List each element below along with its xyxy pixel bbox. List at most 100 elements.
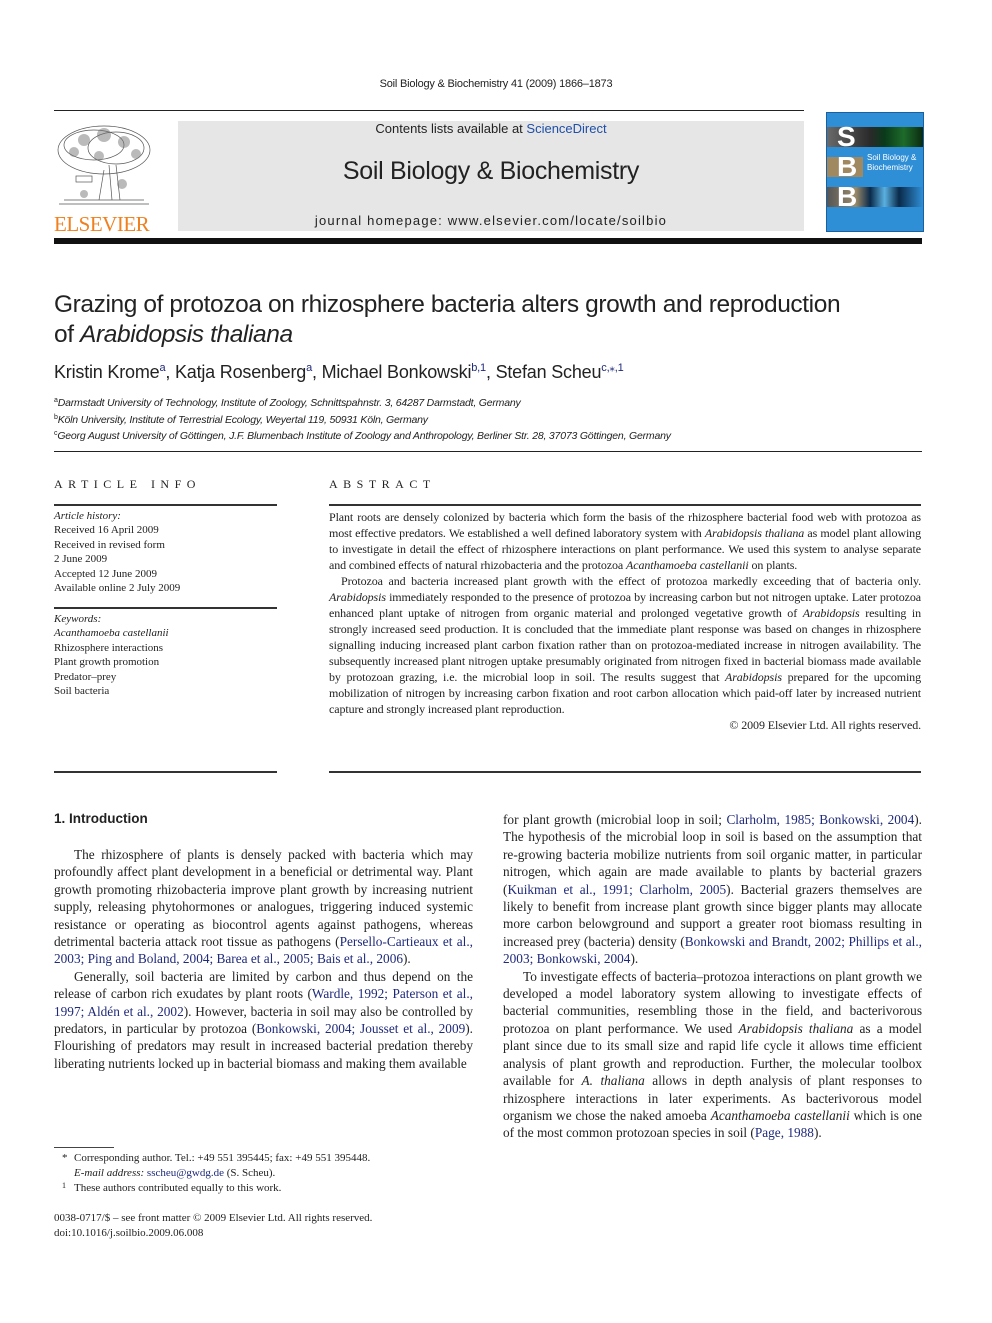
- italic-text: Acanthamoeba castellanii: [710, 1107, 850, 1123]
- author[interactable]: Kristin Kromea: [54, 362, 166, 382]
- footnote-text: (S. Scheu).: [223, 1167, 276, 1179]
- author[interactable]: Stefan Scheuc,⁎,1: [496, 362, 624, 382]
- email-link[interactable]: sscheu@gwdg.de: [147, 1167, 224, 1179]
- title-text: of: [54, 321, 81, 348]
- footnote: 1 These authors contributed equally to th…: [54, 1181, 370, 1196]
- body-paragraph: Generally, soil bacteria are limited by …: [54, 968, 474, 1071]
- footnote-rule: [54, 1147, 114, 1148]
- section-heading: 1. Introduction: [54, 811, 148, 826]
- keyword: Acanthamoeba castellanii: [54, 627, 169, 640]
- italic-text: Arabidopsis: [802, 606, 860, 620]
- history-item: Received in revised form: [54, 538, 165, 551]
- email-label: E-mail address:: [74, 1167, 147, 1179]
- author-affiliation-mark[interactable]: c,⁎,1: [601, 362, 623, 374]
- contents-prefix: Contents lists available at: [375, 121, 527, 136]
- history-item: Accepted 12 June 2009: [54, 567, 157, 580]
- journal-banner: Contents lists available at ScienceDirec…: [178, 121, 804, 231]
- section-rule: [54, 451, 922, 452]
- cover-title-line: Biochemistry: [867, 163, 913, 172]
- affiliation: bKöln University, Institute of Terrestri…: [54, 411, 671, 428]
- title-line: Grazing of protozoa on rhizosphere bacte…: [54, 291, 841, 318]
- body-column-left: The rhizosphere of plants is densely pac…: [54, 846, 473, 1072]
- author-list: Kristin Kromea, Katja Rosenberga, Michae…: [54, 362, 624, 382]
- header-rule: [54, 110, 804, 111]
- sciencedirect-link[interactable]: ScienceDirect: [526, 121, 606, 136]
- abstract-paragraph: Protozoa and bacteria increased plant gr…: [329, 574, 921, 716]
- article-info-heading: ARTICLE INFO: [54, 477, 201, 491]
- keyword: Soil bacteria: [54, 685, 110, 698]
- abstract-heading: ABSTRACT: [329, 477, 436, 491]
- journal-homepage-link[interactable]: journal homepage: www.elsevier.com/locat…: [178, 213, 804, 228]
- citation-link[interactable]: Kuikman et al., 1991; Clarholm, 2005: [507, 882, 726, 897]
- article-history: Article history: Received 16 April 2009 …: [54, 509, 180, 595]
- abstract-rule: [329, 504, 921, 506]
- citation-link[interactable]: Bonkowski and Brandt, 2002; Phillips et …: [503, 934, 922, 966]
- affiliation-text: Darmstadt University of Technology, Inst…: [57, 397, 521, 409]
- publisher-logo[interactable]: ELSEVIER: [54, 120, 154, 236]
- affiliation-text: Georg August University of Göttingen, J.…: [57, 430, 671, 442]
- history-item: 2 June 2009: [54, 553, 108, 566]
- citation-link[interactable]: Clarholm, 1985; Bonkowski, 2004: [726, 812, 914, 827]
- citation-link[interactable]: Page, 1988: [755, 1125, 814, 1140]
- header-thick-rule: [54, 238, 922, 244]
- elsevier-wordmark: ELSEVIER: [54, 212, 150, 236]
- keyword: Rhizosphere interactions: [54, 641, 164, 654]
- author-affiliation-mark[interactable]: a: [306, 362, 312, 374]
- journal-title: Soil Biology & Biochemistry: [342, 157, 640, 185]
- citation-link[interactable]: Bonkowski, 2004; Jousset et al., 2009: [256, 1021, 465, 1036]
- history-item: Available online 2 July 2009: [54, 582, 181, 595]
- article-info-rule: [54, 607, 277, 609]
- italic-text: Arabidopsis thaliana: [738, 1020, 854, 1036]
- contents-line: Contents lists available at ScienceDirec…: [178, 121, 804, 136]
- article-info-rule: [54, 504, 277, 506]
- species-name: Arabidopsis thaliana: [80, 321, 293, 348]
- footnote-text: These authors contributed equally to thi…: [74, 1182, 282, 1194]
- citation-link[interactable]: Wardle, 1992; Paterson et al., 1997; Ald…: [54, 986, 473, 1018]
- abstract-paragraph: Plant roots are densely colonized by bac…: [329, 510, 921, 572]
- abstract-rule: [329, 771, 921, 773]
- author[interactable]: Katja Rosenberga: [175, 362, 312, 382]
- author-name: Kristin Krome: [54, 362, 160, 382]
- history-label: Article history:: [54, 510, 121, 522]
- cover-letter: S: [837, 121, 856, 152]
- keyword: Plant growth promotion: [54, 656, 160, 669]
- affiliation-text: Köln University, Institute of Terrestria…: [57, 413, 428, 426]
- body-column-right: for plant growth (microbial loop in soil…: [503, 811, 922, 1142]
- keywords-label: Keywords:: [54, 613, 102, 625]
- footnote-mark: *: [62, 1152, 68, 1164]
- author-affiliation-mark[interactable]: b,1: [471, 362, 486, 374]
- title-line: of Arabidopsis thaliana: [54, 320, 934, 350]
- italic-text: Acanthamoeba castellanii: [626, 558, 749, 572]
- abstract: Plant roots are densely colonized by bac…: [329, 509, 921, 733]
- footnote-mark: 1: [62, 1181, 66, 1190]
- author[interactable]: Michael Bonkowskib,1: [321, 362, 487, 382]
- citation-link[interactable]: Persello-Cartieaux et al., 2003; Ping an…: [54, 934, 473, 966]
- footnote: * Corresponding author. Tel.: +49 551 395…: [54, 1151, 370, 1166]
- affiliations: aDarmstadt University of Technology, Ins…: [54, 394, 671, 444]
- keywords: Keywords: Acanthamoeba castellanii Rhizo…: [54, 612, 169, 698]
- journal-cover[interactable]: S B B Soil Biology & Biochemistry: [826, 112, 924, 232]
- article-title: Grazing of protozoa on rhizosphere bacte…: [54, 290, 934, 350]
- footnote: E-mail address: sscheu@gwdg.de (S. Scheu…: [54, 1166, 370, 1181]
- article-info-rule: [54, 771, 277, 773]
- author-name: Michael Bonkowski: [321, 362, 472, 382]
- doi-link[interactable]: doi:10.1016/j.soilbio.2009.06.008: [54, 1226, 372, 1241]
- italic-text: Arabidopsis thaliana: [704, 526, 805, 540]
- copyright: © 2009 Elsevier Ltd. All rights reserved…: [729, 718, 921, 732]
- elsevier-tree-icon: [57, 125, 151, 205]
- italic-text: Arabidopsis: [724, 670, 782, 684]
- cover-title: Soil Biology & Biochemistry: [867, 153, 916, 173]
- body-paragraph: To investigate effects of bacteria–proto…: [503, 968, 923, 1141]
- body-paragraph: for plant growth (microbial loop in soil…: [503, 812, 922, 967]
- cover-letter: B: [837, 151, 858, 182]
- affiliation: aDarmstadt University of Technology, Ins…: [54, 394, 671, 411]
- footnote-text: Corresponding author. Tel.: +49 551 3954…: [74, 1152, 371, 1164]
- running-head: Soil Biology & Biochemistry 41 (2009) 18…: [379, 78, 613, 90]
- author-affiliation-mark[interactable]: a: [159, 362, 165, 374]
- cover-title-line: Soil Biology &: [867, 153, 917, 162]
- body-paragraph: The rhizosphere of plants is densely pac…: [54, 847, 473, 967]
- author-name: Katja Rosenberg: [174, 362, 307, 382]
- keyword: Predator–prey: [54, 670, 117, 683]
- imprint: 0038-0717/$ – see front matter © 2009 El…: [54, 1211, 372, 1241]
- footnotes: * Corresponding author. Tel.: +49 551 395…: [54, 1151, 370, 1196]
